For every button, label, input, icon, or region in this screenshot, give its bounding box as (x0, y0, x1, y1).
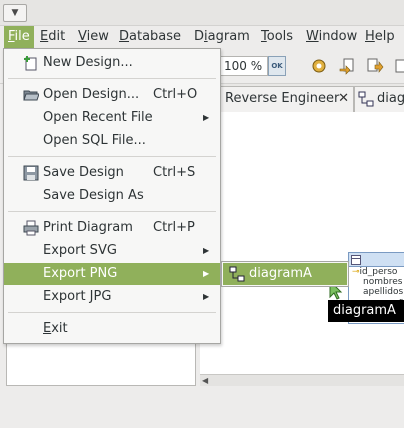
file-menu: New Design... Open Design... Ctrl+O Open… (3, 48, 221, 344)
tab-bar: Reverse Engineer ✕ diag (200, 84, 404, 112)
save-icon (23, 165, 39, 181)
menu-help[interactable]: Help (361, 26, 399, 48)
menu-view[interactable]: View (74, 26, 113, 48)
table-column: apellidos (363, 287, 404, 297)
menu-item-label: Open SQL File... (43, 133, 146, 148)
import-tool-icon[interactable] (338, 57, 356, 75)
diagram-icon (358, 91, 374, 107)
window-menu-button[interactable]: ▼ (3, 4, 27, 22)
menu-item-label: Open Design... (43, 87, 140, 102)
menu-diagram[interactable]: Diagram (190, 26, 254, 48)
submenu-item-label: diagramA (249, 266, 312, 281)
menu-item-shortcut: Ctrl+P (153, 220, 195, 235)
menu-bar: File Edit View Database Diagram Tools Wi… (0, 26, 404, 48)
menu-item-label: Export SVG (43, 243, 117, 258)
window-title-strip: ▼ (0, 0, 404, 26)
close-icon[interactable]: ✕ (338, 87, 349, 111)
menu-item-open-sql[interactable]: Open SQL File... (4, 130, 220, 152)
zoom-input[interactable]: 100 % (218, 56, 268, 76)
submenu-arrow-icon: ▶ (203, 246, 210, 255)
menu-item-print-diagram[interactable]: Print Diagram Ctrl+P (4, 217, 220, 239)
scroll-left-icon[interactable]: ◀ (202, 375, 208, 386)
menu-separator (8, 312, 216, 313)
menu-window[interactable]: Window (302, 26, 361, 48)
tool-icon[interactable] (394, 57, 404, 75)
menu-separator (8, 78, 216, 79)
table-header (349, 253, 404, 267)
submenu-arrow-icon: ▶ (203, 113, 210, 122)
menu-item-label: New Design... (43, 55, 133, 70)
menu-item-open-recent[interactable]: Open Recent File ▶ (4, 107, 220, 129)
submenu-arrow-icon: ▶ (203, 292, 210, 301)
menu-item-exit[interactable]: Exit (4, 318, 220, 340)
submenu-arrow-icon: ▶ (203, 269, 210, 278)
menu-item-shortcut: Ctrl+O (153, 87, 198, 102)
menu-file[interactable]: File (4, 26, 34, 48)
menu-item-label: Save Design (43, 165, 124, 180)
menu-separator (8, 211, 216, 212)
tab-label: Reverse Engineer (225, 91, 340, 106)
menu-item-open-design[interactable]: Open Design... Ctrl+O (4, 84, 220, 106)
tab-diagram[interactable]: diag (354, 86, 404, 112)
menu-item-export-png[interactable]: Export PNG ▶ (4, 263, 220, 285)
tab-label: diag (377, 91, 404, 106)
menu-item-label: Save Design As (43, 188, 144, 203)
menu-item-label: Export PNG (43, 266, 118, 281)
horizontal-scrollbar[interactable]: ◀ (200, 374, 404, 386)
gear-tool-icon[interactable] (310, 57, 328, 75)
menu-tools[interactable]: Tools (257, 26, 297, 48)
tab-reverse-engineer[interactable]: Reverse Engineer ✕ (218, 86, 354, 112)
print-icon (23, 220, 39, 236)
table-column: ⊸id_perso (352, 267, 398, 277)
diagram-icon (229, 266, 245, 282)
export-png-submenu: diagramA (221, 261, 349, 287)
zoom-apply-button[interactable]: OK (268, 56, 286, 76)
diagram-canvas[interactable] (200, 112, 404, 374)
menu-item-label: Exit (43, 321, 68, 336)
menu-item-label: Print Diagram (43, 220, 133, 235)
table-icon (351, 255, 361, 265)
open-folder-icon (23, 90, 39, 101)
menu-item-label: Export JPG (43, 289, 112, 304)
menu-separator (8, 156, 216, 157)
menu-item-shortcut: Ctrl+S (153, 165, 196, 180)
tooltip: diagramA (328, 300, 404, 322)
menu-edit[interactable]: Edit (36, 26, 69, 48)
new-design-icon (24, 56, 37, 71)
export-tool-icon[interactable] (366, 57, 384, 75)
table-column: nombres (363, 277, 403, 287)
menu-item-label: Open Recent File (43, 110, 153, 125)
menu-item-new-design[interactable]: New Design... (4, 52, 220, 74)
menu-database[interactable]: Database (115, 26, 185, 48)
submenu-item-diagram[interactable]: diagramA (223, 263, 347, 285)
menu-item-export-svg[interactable]: Export SVG ▶ (4, 240, 220, 262)
menu-item-save-design-as[interactable]: Save Design As (4, 185, 220, 207)
menu-item-export-jpg[interactable]: Export JPG ▶ (4, 286, 220, 308)
menu-item-save-design[interactable]: Save Design Ctrl+S (4, 162, 220, 184)
